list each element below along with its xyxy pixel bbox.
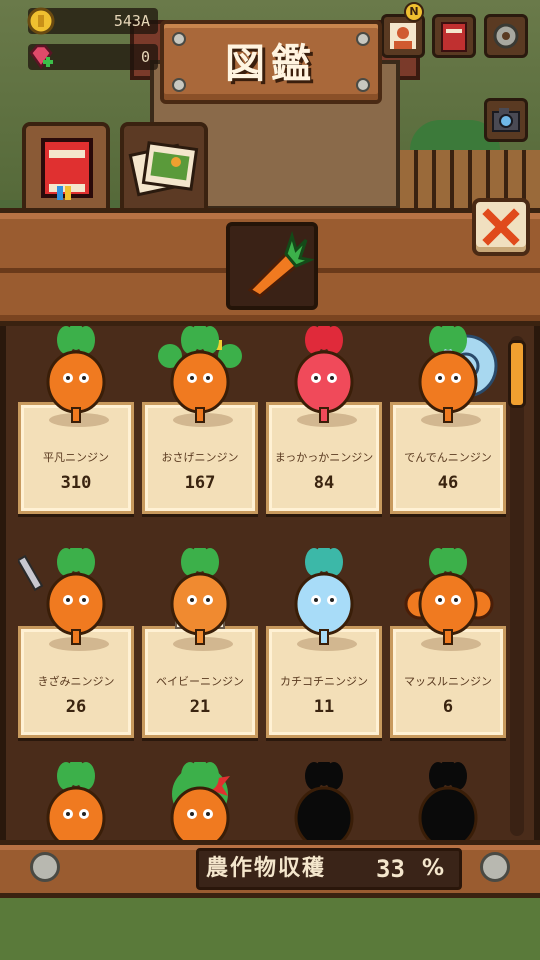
red-carrot-icon [266,326,382,426]
lying-carrot-icon[interactable] [18,758,134,840]
page-title: 図鑑 [225,41,317,87]
collection-panel[interactable]: 平凡ニンジン 310 おさげニンジン 167 まっかっかニンジン 84 でんでんニンジン 46… [0,326,540,840]
item-name: マッスルニンジン [404,675,492,688]
pigtail-carrot-icon [142,326,258,426]
tab-encyclopedia[interactable] [22,122,110,214]
snail-carrot-icon [390,326,506,426]
gear-icon [493,23,519,49]
item-count: 26 [65,697,87,717]
collection-grid: 平凡ニンジン 310 おさげニンジン 167 まっかっかニンジン 84 でんでんニンジン 46… [6,326,511,840]
photos-icon [128,141,199,197]
new-badge: N [404,2,424,22]
item-count: 21 [189,697,211,717]
camera-icon [492,108,520,132]
item-count: 84 [313,473,335,493]
item-count: 6 [442,697,454,717]
item-name: ベイビーニンジン [156,675,244,688]
item-name: きざみニンジン [37,675,115,688]
bolt-icon [30,852,60,882]
bolt-icon [356,32,370,46]
title-plaque: 図鑑 [160,20,382,104]
camera-button[interactable] [484,98,528,142]
profile-icon [390,23,416,49]
harvest-value: 33 [376,855,405,883]
carrot-icon [247,230,316,298]
baby-carrot-icon [142,544,258,648]
flower-carrot-icon[interactable] [142,758,258,840]
bolt-icon [172,78,186,92]
item-count: 11 [313,697,335,717]
coin-amount: 543A [113,12,150,30]
gem-icon [29,44,53,70]
item-name: まっかっかニンジン [274,451,374,464]
item-name: カチコチニンジン [280,675,368,688]
settings-button[interactable] [484,14,528,58]
muscle-carrot-icon [390,544,506,648]
locked-silhouette-icon[interactable] [390,758,506,840]
item-count: 46 [437,473,459,493]
bolt-icon [356,78,370,92]
harvest-unit: % [422,856,445,881]
close-icon [482,208,520,246]
item-count: 167 [184,473,216,493]
chopped-carrot-icon [16,544,134,648]
journal-button[interactable] [432,14,476,58]
item-name: でんでんニンジン [404,451,492,464]
locked-silhouette-icon[interactable] [266,758,382,840]
bolt-icon [480,852,510,882]
bolt-icon [172,32,186,46]
plain-carrot-icon [18,326,134,426]
gem-amount: 0 [140,48,150,66]
journal-icon [441,22,467,52]
close-button[interactable] [472,198,530,256]
scrollbar-thumb[interactable] [508,340,526,408]
item-name: おさげニンジン [161,451,239,464]
scrollbar-track[interactable] [510,336,524,836]
category-selector[interactable] [226,222,318,310]
tab-photos[interactable] [120,122,208,214]
item-count: 310 [60,473,92,493]
harvest-label: 農作物収穫 [206,856,327,881]
coin-icon [27,7,55,35]
coin-counter: 543A [27,7,158,35]
item-name: 平凡ニンジン [43,451,109,464]
book-icon [41,138,93,200]
gem-counter: 0 [28,44,158,70]
ice-carrot-icon [266,544,382,648]
